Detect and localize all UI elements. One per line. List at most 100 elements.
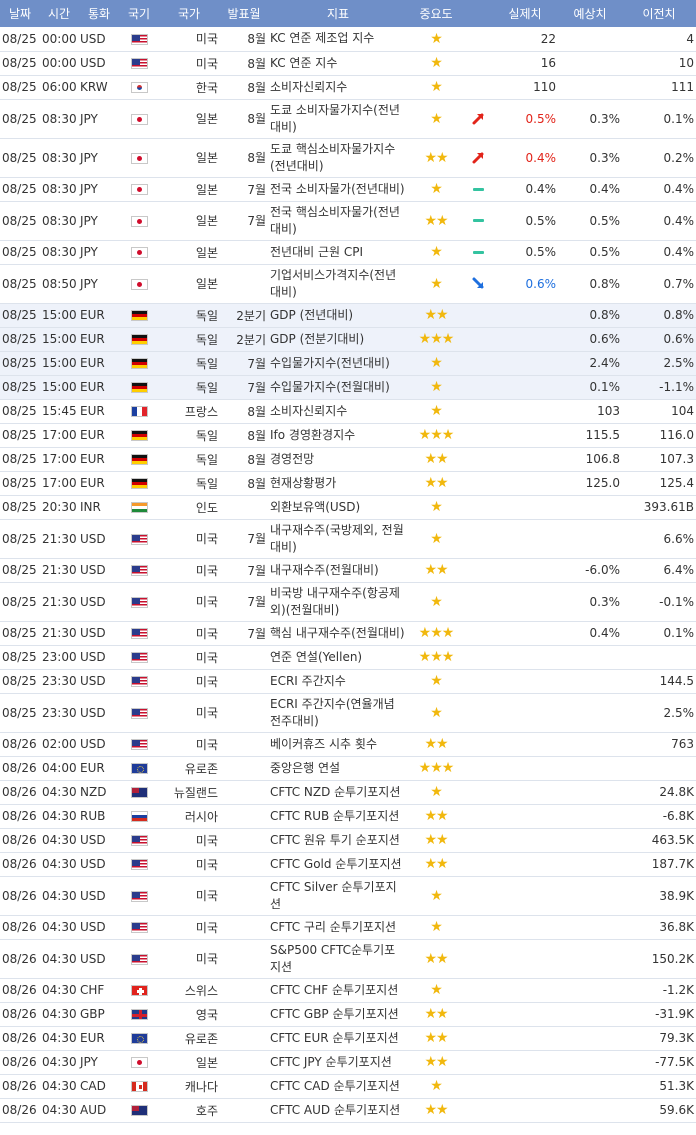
row-indicator[interactable]: 전년대비 근원 CPI	[268, 240, 408, 265]
row-indicator[interactable]: 베이커휴즈 시추 횟수	[268, 732, 408, 757]
table-row[interactable]: 08/25 06:00 KRW 한국 8월 소비자신뢰지수 ★ 110 111	[0, 75, 696, 100]
table-row[interactable]: 08/26 04:30 CAD 캐나다 CFTC CAD 순투기포지션 ★ 51.3K	[0, 1074, 696, 1099]
row-indicator[interactable]: GDP (전분기대비)	[268, 327, 408, 352]
row-indicator[interactable]: CFTC JPY 순투기포지션	[268, 1050, 408, 1075]
row-indicator[interactable]: CFTC CHF 순투기포지션	[268, 978, 408, 1003]
row-time: 06:00	[40, 75, 78, 100]
row-indicator[interactable]: 전국 소비자물가(전년대비)	[268, 177, 408, 202]
table-row[interactable]: 08/25 15:00 EUR 독일 7월 수입물가지수(전월대비) ★ 0.1% -1.1%	[0, 375, 696, 400]
row-indicator[interactable]: 비국방 내구재수주(항공제외)(전월대비)	[268, 582, 408, 622]
row-time: 00:00	[40, 51, 78, 76]
row-period: 7월	[220, 201, 268, 241]
table-row[interactable]: 08/25 23:00 USD 미국 연준 연설(Yellen) ★★★	[0, 645, 696, 670]
header-country[interactable]: 국가	[158, 0, 220, 27]
row-indicator[interactable]: 경영전망	[268, 447, 408, 472]
table-row[interactable]: 08/25 21:30 USD 미국 7월 내구재수주(국방제외, 전월대비) ★ 6.6%	[0, 519, 696, 559]
table-row[interactable]: 08/25 21:30 USD 미국 7월 핵심 내구재수주(전월대비) ★★★ 0.4% 0.…	[0, 621, 696, 646]
table-row[interactable]: 08/25 17:00 EUR 독일 8월 현재상황평가 ★★ 125.0 125.4	[0, 471, 696, 496]
row-indicator[interactable]: S&P500 CFTC순투기포지션	[268, 939, 408, 979]
row-previous: 51.3K	[622, 1074, 696, 1099]
table-row[interactable]: 08/25 08:30 JPY 일본 8월 도쿄 핵심소비자물가지수(전년대비) ★★ 0.4…	[0, 138, 696, 178]
table-row[interactable]: 08/25 21:30 USD 미국 7월 내구재수주(전월대비) ★★ -6.0% 6.4%	[0, 558, 696, 583]
table-row[interactable]: 08/25 00:00 USD 미국 8월 KC 연준 제조업 지수 ★ 22 4	[0, 27, 696, 52]
row-indicator[interactable]: 수입물가지수(전년대비)	[268, 351, 408, 376]
table-row[interactable]: 08/26 04:30 CHF 스위스 CFTC CHF 순투기포지션 ★ -1.2K	[0, 978, 696, 1003]
table-row[interactable]: 08/25 00:00 USD 미국 8월 KC 연준 지수 ★ 16 10	[0, 51, 696, 76]
row-indicator[interactable]: 외환보유액(USD)	[268, 495, 408, 520]
row-indicator[interactable]: 현재상황평가	[268, 471, 408, 496]
flag-in-icon	[130, 502, 148, 513]
table-row[interactable]: 08/26 04:30 JPY 일본 CFTC JPY 순투기포지션 ★★ -77.5K	[0, 1050, 696, 1075]
row-indicator[interactable]: CFTC CAD 순투기포지션	[268, 1074, 408, 1099]
header-indicator[interactable]: 지표	[268, 0, 408, 27]
table-row[interactable]: 08/25 23:30 USD 미국 ECRI 주간지수 ★ 144.5	[0, 669, 696, 694]
table-row[interactable]: 08/26 04:30 USD 미국 CFTC Silver 순투기포지션 ★ 38.9K	[0, 876, 696, 916]
header-flag[interactable]: 국기	[120, 0, 158, 27]
header-importance[interactable]: 중요도	[408, 0, 464, 27]
row-indicator[interactable]: 내구재수주(전월대비)	[268, 558, 408, 583]
row-time: 04:30	[40, 780, 78, 805]
header-forecast[interactable]: 예상치	[558, 0, 622, 27]
row-indicator[interactable]: KC 연준 지수	[268, 51, 408, 76]
row-indicator[interactable]: 소비자신뢰지수	[268, 75, 408, 100]
table-row[interactable]: 08/25 15:00 EUR 독일 7월 수입물가지수(전년대비) ★ 2.4% 2.5%	[0, 351, 696, 376]
table-row[interactable]: 08/26 04:30 USD 미국 CFTC Gold 순투기포지션 ★★ 187.7K	[0, 852, 696, 877]
header-time[interactable]: 시간	[40, 0, 78, 27]
table-row[interactable]: 08/26 04:30 USD 미국 S&P500 CFTC순투기포지션 ★★ 150.2K	[0, 939, 696, 979]
table-row[interactable]: 08/25 08:50 JPY 일본 기업서비스가격지수(전년대비) ★ 0.6% 0.8% 0…	[0, 264, 696, 304]
row-indicator[interactable]: CFTC RUB 순투기포지션	[268, 804, 408, 829]
row-indicator[interactable]: ECRI 주간지수(연율개념 전주대비)	[268, 693, 408, 733]
table-row[interactable]: 08/25 08:30 JPY 일본 7월 전국 소비자물가(전년대비) ★ 0.4% 0.4%…	[0, 177, 696, 202]
table-row[interactable]: 08/25 20:30 INR 인도 외환보유액(USD) ★ 393.61B	[0, 495, 696, 520]
row-indicator[interactable]: 연준 연설(Yellen)	[268, 645, 408, 670]
table-row[interactable]: 08/25 15:00 EUR 독일 2분기 GDP (전년대비) ★★ 0.8% 0.8%	[0, 303, 696, 328]
header-period[interactable]: 발표월	[220, 0, 268, 27]
header-currency[interactable]: 통화	[78, 0, 120, 27]
table-row[interactable]: 08/26 04:30 RUB 러시아 CFTC RUB 순투기포지션 ★★ -6.8K	[0, 804, 696, 829]
row-indicator[interactable]: CFTC Silver 순투기포지션	[268, 876, 408, 916]
row-indicator[interactable]: CFTC 구리 순투기포지션	[268, 915, 408, 940]
header-actual[interactable]: 실제치	[492, 0, 558, 27]
row-indicator[interactable]: CFTC GBP 순투기포지션	[268, 1002, 408, 1027]
row-indicator[interactable]: ECRI 주간지수	[268, 669, 408, 694]
table-row[interactable]: 08/25 15:45 EUR 프랑스 8월 소비자신뢰지수 ★ 103 104	[0, 399, 696, 424]
row-indicator[interactable]: 전국 핵심소비자물가(전년대비)	[268, 201, 408, 241]
flag-de-icon	[130, 454, 148, 465]
table-row[interactable]: 08/26 04:30 EUR 유로존 CFTC EUR 순투기포지션 ★★ 79.3K	[0, 1026, 696, 1051]
row-indicator[interactable]: 핵심 내구재수주(전월대비)	[268, 621, 408, 646]
row-indicator[interactable]: 도쿄 핵심소비자물가지수(전년대비)	[268, 138, 408, 178]
table-row[interactable]: 08/26 04:30 AUD 호주 CFTC AUD 순투기포지션 ★★ 59.6K	[0, 1098, 696, 1123]
row-indicator[interactable]: CFTC AUD 순투기포지션	[268, 1098, 408, 1123]
row-indicator[interactable]: GDP (전년대비)	[268, 303, 408, 328]
table-row[interactable]: 08/26 02:00 USD 미국 베이커휴즈 시추 횟수 ★★ 763	[0, 732, 696, 757]
row-indicator[interactable]: Ifo 경영환경지수	[268, 423, 408, 448]
table-row[interactable]: 08/25 17:00 EUR 독일 8월 경영전망 ★★ 106.8 107.3	[0, 447, 696, 472]
row-indicator[interactable]: 소비자신뢰지수	[268, 399, 408, 424]
table-row[interactable]: 08/25 08:30 JPY 일본 7월 전국 핵심소비자물가(전년대비) ★★ 0.5% 0…	[0, 201, 696, 241]
table-row[interactable]: 08/26 04:30 USD 미국 CFTC 원유 투기 순포지션 ★★ 463.5K	[0, 828, 696, 853]
row-indicator[interactable]: 수입물가지수(전월대비)	[268, 375, 408, 400]
table-row[interactable]: 08/25 23:30 USD 미국 ECRI 주간지수(연율개념 전주대비) ★ 2.5%	[0, 693, 696, 733]
table-row[interactable]: 08/25 15:00 EUR 독일 2분기 GDP (전분기대비) ★★★ 0.6% 0.6%	[0, 327, 696, 352]
row-indicator[interactable]: KC 연준 제조업 지수	[268, 27, 408, 52]
table-row[interactable]: 08/25 17:00 EUR 독일 8월 Ifo 경영환경지수 ★★★ 115.5 116.0	[0, 423, 696, 448]
table-row[interactable]: 08/25 08:30 JPY 일본 8월 도쿄 소비자물가지수(전년대비) ★ 0.5% 0.…	[0, 99, 696, 139]
row-indicator[interactable]: 중앙은행 연설	[268, 756, 408, 781]
table-row[interactable]: 08/26 04:30 USD 미국 CFTC 구리 순투기포지션 ★ 36.8K	[0, 915, 696, 940]
table-row[interactable]: 08/26 04:00 EUR 유로존 중앙은행 연설 ★★★	[0, 756, 696, 781]
table-row[interactable]: 08/26 04:30 GBP 영국 CFTC GBP 순투기포지션 ★★ -31.9K	[0, 1002, 696, 1027]
row-indicator[interactable]: CFTC Gold 순투기포지션	[268, 852, 408, 877]
table-row[interactable]: 08/25 21:30 USD 미국 7월 비국방 내구재수주(항공제외)(전월대비) ★ 0…	[0, 582, 696, 622]
row-indicator[interactable]: 기업서비스가격지수(전년대비)	[268, 264, 408, 304]
header-date[interactable]: 날짜	[0, 0, 40, 27]
row-indicator[interactable]: CFTC 원유 투기 순포지션	[268, 828, 408, 853]
header-previous[interactable]: 이전치	[622, 0, 696, 27]
row-indicator[interactable]: CFTC EUR 순투기포지션	[268, 1026, 408, 1051]
row-forecast: 0.4%	[558, 177, 622, 202]
row-indicator[interactable]: 내구재수주(국방제외, 전월대비)	[268, 519, 408, 559]
row-time: 00:00	[40, 27, 78, 52]
row-indicator[interactable]: CFTC NZD 순투기포지션	[268, 780, 408, 805]
table-row[interactable]: 08/25 08:30 JPY 일본 전년대비 근원 CPI ★ 0.5% 0.5% 0.4%	[0, 240, 696, 265]
table-row[interactable]: 08/26 04:30 NZD 뉴질랜드 CFTC NZD 순투기포지션 ★ 24.8K	[0, 780, 696, 805]
row-indicator[interactable]: 도쿄 소비자물가지수(전년대비)	[268, 99, 408, 139]
